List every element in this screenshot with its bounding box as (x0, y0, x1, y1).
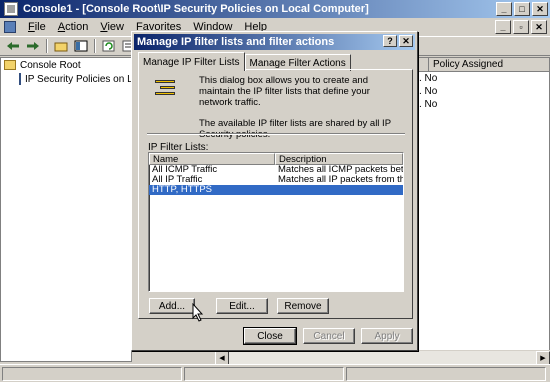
details-column-header[interactable]: Policy Assigned (419, 58, 549, 72)
show-tree-icon[interactable] (72, 38, 90, 54)
scroll-left-icon[interactable]: ◀ (215, 351, 229, 365)
list-item-selected[interactable]: HTTP, HTTPS (149, 185, 403, 195)
remove-button[interactable]: Remove (277, 298, 329, 314)
apply-button[interactable]: Apply (361, 328, 413, 344)
edit-button[interactable]: Edit... (216, 298, 268, 314)
cancel-button[interactable]: Cancel (303, 328, 355, 344)
list-item[interactable]: All IP Traffic Matches all IP packets fr… (149, 175, 403, 185)
tree-item-console-root[interactable]: Console Root (1, 58, 131, 72)
forward-icon[interactable] (24, 38, 42, 54)
scroll-track[interactable] (229, 351, 536, 364)
toolbar-separator (94, 39, 96, 53)
divider (147, 133, 405, 135)
close-window-button[interactable]: ✕ (532, 2, 548, 16)
tab-manage-ip-filter-lists[interactable]: Manage IP Filter Lists (138, 52, 245, 71)
child-restore-button[interactable]: ▫ (513, 20, 529, 34)
toolbar-separator (46, 39, 48, 53)
filter-list-icon (155, 80, 175, 104)
info-text: This dialog box allows you to create and… (199, 75, 391, 140)
dialog-close-button[interactable]: ✕ (399, 35, 413, 47)
minimize-button[interactable]: _ (496, 2, 512, 16)
dialog-title-bar: Manage IP filter lists and filter action… (134, 34, 415, 50)
console-tree[interactable]: Console Root IP Security Policies on Loc… (0, 57, 132, 362)
dialog-help-button[interactable]: ? (383, 35, 397, 47)
details-row[interactable]: . No (419, 85, 549, 98)
horizontal-scrollbar[interactable]: ◀ ▶ (215, 350, 550, 365)
window-title: Console1 - [Console Root\IP Security Pol… (23, 3, 369, 15)
folder-icon (4, 60, 16, 70)
status-cell (184, 367, 344, 381)
dialog-title: Manage IP filter lists and filter action… (137, 36, 335, 48)
up-icon[interactable] (52, 38, 70, 54)
details-pane[interactable]: Policy Assigned . No . No . No (418, 57, 550, 362)
list-item[interactable]: All ICMP Traffic Matches all ICMP packet… (149, 165, 403, 175)
menu-action[interactable]: Action (52, 21, 95, 33)
ip-filter-list[interactable]: Name Description All ICMP Traffic Matche… (148, 152, 404, 292)
maximize-button[interactable]: □ (514, 2, 530, 16)
child-close-button[interactable]: ✕ (531, 20, 547, 34)
details-row[interactable]: . No (419, 98, 549, 111)
close-button[interactable]: Close (243, 327, 297, 345)
child-minimize-button[interactable]: _ (495, 20, 511, 34)
menu-file[interactable]: File (22, 21, 52, 33)
back-icon[interactable] (4, 38, 22, 54)
scroll-right-icon[interactable]: ▶ (536, 351, 550, 365)
list-header: Name Description (149, 153, 403, 165)
main-title-bar: Console1 - [Console Root\IP Security Pol… (0, 0, 550, 18)
tab-panel: This dialog box allows you to create and… (138, 69, 413, 319)
security-policy-icon (19, 73, 21, 85)
add-button[interactable]: Add... (149, 298, 195, 314)
tree-item-ip-security-policies[interactable]: IP Security Policies on Local Computer (1, 72, 131, 86)
refresh-icon[interactable] (100, 38, 118, 54)
console-app-icon (4, 2, 18, 16)
menu-view[interactable]: View (94, 21, 130, 33)
status-cell (346, 367, 546, 381)
details-row[interactable]: . No (419, 72, 549, 85)
status-bar (0, 364, 550, 382)
manage-filter-dialog: Manage IP filter lists and filter action… (131, 31, 418, 351)
mouse-pointer-icon (192, 303, 204, 322)
dialog-tabs: Manage IP Filter Lists Manage Filter Act… (138, 52, 351, 71)
status-cell (2, 367, 182, 381)
mmc-document-icon[interactable] (4, 21, 16, 33)
column-name[interactable]: Name (149, 153, 275, 165)
column-description[interactable]: Description (275, 153, 403, 165)
